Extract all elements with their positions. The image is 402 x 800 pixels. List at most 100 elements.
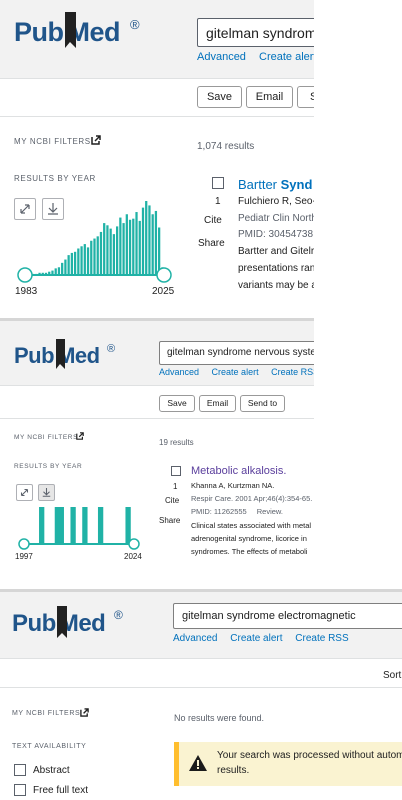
external-link-icon[interactable] — [76, 432, 84, 440]
create-alert-link[interactable]: Create alert — [212, 367, 259, 377]
cite-button[interactable]: Cite — [165, 496, 179, 505]
send-to-button[interactable]: Send to — [240, 395, 285, 412]
cite-button[interactable]: Cite — [204, 215, 222, 226]
advanced-link[interactable]: Advanced — [173, 633, 217, 644]
year-bar-2020[interactable] — [145, 201, 148, 275]
year-bar-2023[interactable] — [125, 507, 131, 544]
result-authors: Fulchiero R, Seo-I — [238, 196, 314, 207]
result-number: 1 — [173, 482, 178, 491]
year-bar-2000[interactable] — [80, 246, 83, 275]
year-range-end-handle[interactable] — [128, 538, 140, 550]
results-by-year-chart[interactable] — [16, 195, 174, 285]
year-bar-2001[interactable] — [83, 244, 86, 275]
email-button[interactable]: Email — [246, 86, 293, 108]
year-bar-2006[interactable] — [99, 231, 103, 275]
year-bar-1997[interactable] — [70, 252, 73, 275]
send-to-button[interactable]: S — [297, 86, 314, 108]
year-bar-2018[interactable] — [138, 220, 141, 275]
search-input[interactable]: gitelman syndrome — [197, 18, 314, 47]
year-bar-2016[interactable] — [97, 507, 104, 544]
toolbar-divider — [0, 687, 402, 688]
year-range-start-handle[interactable] — [17, 267, 33, 283]
my-ncbi-filters-label[interactable]: MY NCBI FILTERS — [14, 137, 91, 146]
email-button[interactable]: Email — [199, 395, 236, 412]
year-bar-2010[interactable] — [112, 234, 116, 275]
abstract-filter-label[interactable]: Abstract — [33, 765, 70, 776]
year-bar-2004[interactable] — [93, 238, 96, 275]
result-snippet-line-1: Clinical states associated with metal — [191, 521, 312, 530]
screenshot-panel-1: Pub Med ® gitelman syndrome Advanced Crea… — [0, 0, 314, 318]
my-ncbi-filters-label[interactable]: MY NCBI FILTERS — [12, 710, 80, 717]
search-links: Advanced Create alert Create RSS — [173, 633, 359, 644]
year-bar-2012[interactable] — [82, 507, 88, 544]
year-bar-1994[interactable] — [61, 262, 64, 275]
free-full-text-filter-label[interactable]: Free full text — [33, 785, 88, 796]
year-bar-2021[interactable] — [148, 205, 151, 275]
year-bar-2011[interactable] — [116, 226, 119, 275]
year-bar-2022[interactable] — [151, 214, 154, 275]
year-range-end-handle[interactable] — [156, 267, 172, 283]
create-alert-link[interactable]: Create alert — [259, 51, 314, 63]
advanced-link[interactable]: Advanced — [159, 367, 199, 377]
free-full-text-filter-checkbox[interactable] — [14, 784, 26, 796]
abstract-filter-checkbox[interactable] — [14, 764, 26, 776]
search-input[interactable]: gitelman syndrome nervous system — [159, 341, 314, 365]
year-bar-1993[interactable] — [57, 267, 61, 275]
year-bar-2006[interactable] — [58, 507, 64, 544]
year-bar-2019[interactable] — [141, 207, 145, 275]
external-link-icon[interactable] — [91, 135, 101, 145]
year-bar-2014[interactable] — [125, 214, 128, 275]
save-button[interactable]: Save — [197, 86, 242, 108]
toolbar-divider — [0, 116, 314, 117]
year-bar-2007[interactable] — [103, 223, 106, 275]
result-title-link[interactable]: Metabolic alkalosis. — [191, 465, 286, 477]
year-bar-2008[interactable] — [106, 225, 109, 275]
year-bar-2016[interactable] — [132, 218, 135, 275]
pubmed-logo[interactable]: Pub Med ® — [14, 339, 115, 369]
create-rss-link[interactable]: Create RSS — [295, 633, 348, 644]
year-bar-2009[interactable] — [70, 507, 76, 544]
year-bar-2013[interactable] — [122, 223, 125, 275]
logo-registered: ® — [130, 17, 140, 32]
no-results-message: No results were found. — [174, 713, 265, 723]
year-bar-1995[interactable] — [64, 259, 67, 275]
year-bar-2015[interactable] — [128, 219, 132, 275]
warning-icon — [189, 755, 207, 771]
my-ncbi-filters-label[interactable]: MY NCBI FILTERS — [14, 434, 78, 441]
year-bar-2001[interactable] — [39, 507, 45, 544]
create-alert-link[interactable]: Create alert — [230, 633, 282, 644]
year-range-start-handle[interactable] — [18, 538, 30, 550]
year-bar-1998[interactable] — [73, 251, 77, 275]
year-bar-2023[interactable] — [154, 210, 158, 275]
external-link-icon[interactable] — [80, 708, 89, 717]
screenshot-panel-2: Pub Med ® gitelman syndrome nervous syste… — [0, 321, 314, 589]
pubmed-logo[interactable]: Pub Med ® — [14, 12, 140, 48]
search-input[interactable]: gitelman syndrome electromagnetic — [173, 603, 402, 629]
year-bar-1996[interactable] — [67, 255, 70, 275]
result-title-highlight: Synd — [280, 177, 313, 192]
result-select-checkbox[interactable] — [171, 466, 181, 476]
year-bar-2024[interactable] — [158, 227, 161, 275]
logo-registered: ® — [114, 608, 123, 622]
share-button[interactable]: Share — [198, 238, 225, 249]
year-bar-2017[interactable] — [135, 212, 138, 275]
share-button[interactable]: Share — [159, 516, 180, 525]
expand-chart-button[interactable] — [16, 484, 33, 501]
results-by-year-chart[interactable] — [18, 501, 142, 551]
sort-by-label[interactable]: Sort I — [383, 670, 402, 681]
year-bar-1999[interactable] — [77, 248, 80, 275]
advanced-link[interactable]: Advanced — [197, 51, 246, 63]
year-bar-2012[interactable] — [119, 217, 122, 275]
download-chart-button[interactable] — [38, 484, 55, 501]
year-bar-2005[interactable] — [96, 236, 99, 275]
year-bar-2002[interactable] — [86, 247, 90, 275]
result-title-link[interactable]: Bartter Synd — [238, 177, 312, 192]
save-button[interactable]: Save — [159, 395, 195, 412]
results-by-year-label: RESULTS BY YEAR — [14, 463, 83, 470]
year-bar-2003[interactable] — [90, 240, 93, 275]
result-select-checkbox[interactable] — [212, 177, 224, 189]
create-rss-link[interactable]: Create RSS — [271, 367, 314, 377]
year-bar-2009[interactable] — [109, 228, 112, 275]
expand-icon — [20, 488, 29, 497]
pubmed-logo[interactable]: Pub Med ® — [12, 606, 123, 638]
